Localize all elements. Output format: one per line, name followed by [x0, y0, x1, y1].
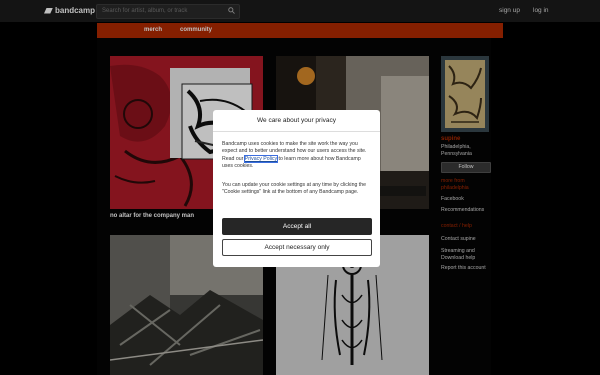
dialog-paragraph-2: You can update your cookie settings at a… — [222, 182, 366, 196]
privacy-policy-link[interactable]: Privacy Policy — [243, 154, 279, 163]
accept-necessary-button[interactable]: Accept necessary only — [222, 239, 372, 256]
cookie-consent-dialog: We care about your privacy Bandcamp uses… — [213, 110, 380, 267]
dialog-paragraph-1: Bandcamp uses cookies to make the site w… — [222, 141, 372, 170]
accept-all-button[interactable]: Accept all — [222, 218, 372, 235]
dialog-title: We care about your privacy — [213, 110, 380, 132]
